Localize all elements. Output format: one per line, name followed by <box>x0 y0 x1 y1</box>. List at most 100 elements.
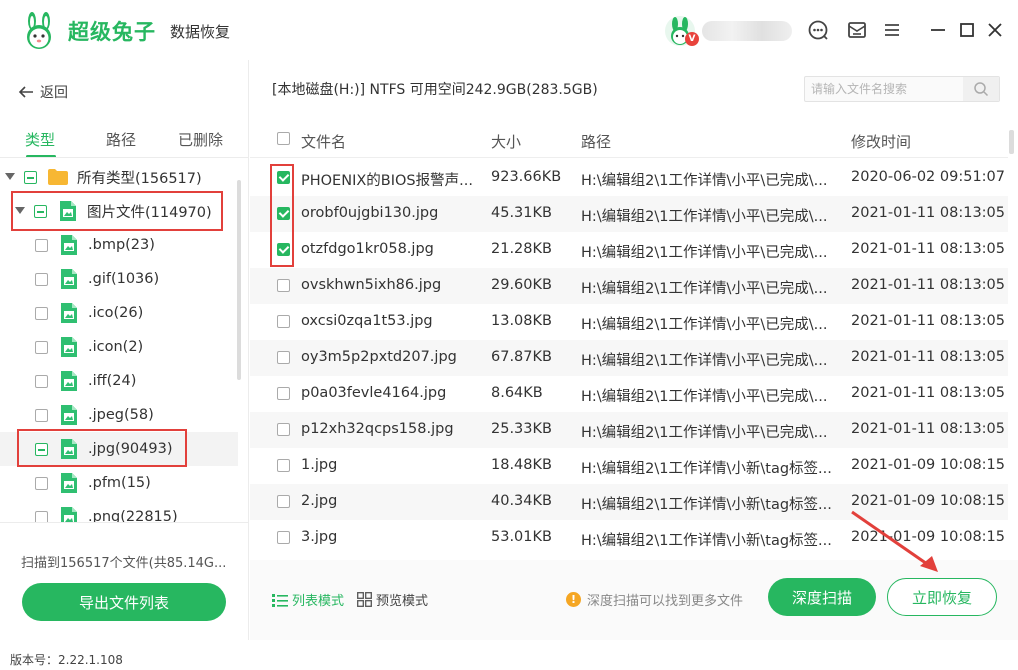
expand-caret-icon[interactable] <box>5 173 15 180</box>
highlight-box <box>17 429 187 467</box>
close-icon[interactable] <box>983 18 1007 42</box>
list-mode-label: 列表模式 <box>292 594 345 609</box>
row-checkbox[interactable] <box>277 279 290 292</box>
tree-item-pfm[interactable]: .pfm(15) <box>0 466 151 500</box>
cell-modified: 2021-01-11 08:13:05 <box>851 349 1005 365</box>
username-blurred <box>702 21 792 41</box>
preview-mode-button[interactable]: 预览模式 <box>357 590 428 609</box>
cell-path: H:\编辑组2\1工作详情\小平\已完成\... <box>581 209 828 225</box>
cell-modified: 2021-01-11 08:13:05 <box>851 313 1005 329</box>
image-file-icon <box>61 405 77 425</box>
cell-name: p0a03fevle4164.jpg <box>301 385 447 401</box>
tree-checkbox[interactable] <box>24 170 37 184</box>
column-header-size[interactable]: 大小 <box>491 131 521 152</box>
vip-badge: V <box>685 32 699 46</box>
tree-item-label: .ico(26) <box>88 305 144 321</box>
select-all-checkbox[interactable] <box>277 132 290 145</box>
tree-item-label: .pfm(15) <box>88 475 151 491</box>
cell-name: 2.jpg <box>301 493 338 509</box>
table-row[interactable]: otzfdgo1kr058.jpg 21.28KB H:\编辑组2\1工作详情\… <box>250 232 1008 268</box>
tree-checkbox[interactable] <box>35 340 48 354</box>
row-checkbox[interactable] <box>277 315 290 328</box>
tree-checkbox[interactable] <box>35 408 48 422</box>
tab-type[interactable]: 类型 <box>25 129 55 150</box>
table-row[interactable]: 1.jpg 18.48KB H:\编辑组2\1工作详情\小新\tag标签... … <box>250 448 1008 484</box>
tree-item-label: .png(22815) <box>88 509 178 522</box>
table-row[interactable]: ovskhwn5ixh86.jpg 29.60KB H:\编辑组2\1工作详情\… <box>250 268 1008 304</box>
preview-mode-label: 预览模式 <box>376 594 429 609</box>
row-checkbox[interactable] <box>277 459 290 472</box>
feedback-icon[interactable] <box>845 18 869 42</box>
tree-checkbox[interactable] <box>35 510 48 522</box>
table-row[interactable]: p12xh32qcps158.jpg 25.33KB H:\编辑组2\1工作详情… <box>250 412 1008 448</box>
search-button[interactable] <box>963 77 999 101</box>
list-view-icon <box>272 593 288 607</box>
cell-size: 25.33KB <box>491 421 552 437</box>
cell-modified: 2021-01-11 08:13:05 <box>851 385 1005 401</box>
back-label: 返回 <box>40 85 68 101</box>
search-input[interactable] <box>805 77 965 101</box>
tree-item-jpeg[interactable]: .jpeg(58) <box>0 398 154 432</box>
cell-path: H:\编辑组2\1工作详情\小平\已完成\... <box>581 389 828 405</box>
table-header: 文件名 大小 路径 修改时间 <box>250 122 1008 158</box>
warning-icon: ! <box>566 592 581 607</box>
table-row[interactable]: oy3m5p2pxtd207.jpg 67.87KB H:\编辑组2\1工作详情… <box>250 340 1008 376</box>
deep-scan-button[interactable]: 深度扫描 <box>768 578 876 616</box>
table-row[interactable]: orobf0ujgbi130.jpg 45.31KB H:\编辑组2\1工作详情… <box>250 196 1008 232</box>
cell-name: 1.jpg <box>301 457 338 473</box>
table-row[interactable]: PHOENIX的BIOS报警声... 923.66KB H:\编辑组2\1工作详… <box>250 160 1008 196</box>
tree-checkbox[interactable] <box>35 306 48 320</box>
tree-scrollbar[interactable] <box>237 180 241 380</box>
table-row[interactable]: p0a03fevle4164.jpg 8.64KB H:\编辑组2\1工作详情\… <box>250 376 1008 412</box>
tree-item-bmp[interactable]: .bmp(23) <box>0 228 155 262</box>
customer-service-icon[interactable] <box>806 18 830 42</box>
column-header-name[interactable]: 文件名 <box>301 131 346 152</box>
maximize-icon[interactable] <box>955 18 979 42</box>
row-checkbox[interactable] <box>277 387 290 400</box>
tab-path[interactable]: 路径 <box>106 129 136 150</box>
back-button[interactable]: 返回 <box>18 82 68 102</box>
cell-path: H:\编辑组2\1工作详情\小新\tag标签... <box>581 461 832 477</box>
highlight-box <box>11 191 223 231</box>
list-scrollbar[interactable] <box>1009 130 1014 154</box>
cell-modified: 2021-01-11 08:13:05 <box>851 205 1005 221</box>
tree-checkbox[interactable] <box>35 476 48 490</box>
cell-name: orobf0ujgbi130.jpg <box>301 205 439 221</box>
cell-size: 45.31KB <box>491 205 552 221</box>
tree-item-png[interactable]: .png(22815) <box>0 500 178 522</box>
export-file-list-button[interactable]: 导出文件列表 <box>22 583 226 621</box>
row-checkbox[interactable] <box>277 423 290 436</box>
column-header-modified[interactable]: 修改时间 <box>851 131 911 152</box>
tree-item-gif[interactable]: .gif(1036) <box>0 262 159 296</box>
tab-deleted[interactable]: 已删除 <box>178 129 223 150</box>
cell-size: 18.48KB <box>491 457 552 473</box>
tree-item-label: .bmp(23) <box>88 237 155 253</box>
tree-checkbox[interactable] <box>35 374 48 388</box>
version-label: 版本号： <box>10 653 59 667</box>
tree-item-all-types[interactable]: 所有类型(156517) <box>0 160 202 194</box>
recover-now-button[interactable]: 立即恢复 <box>887 578 997 616</box>
tree-item-iff[interactable]: .iff(24) <box>0 364 136 398</box>
minimize-icon[interactable] <box>926 18 950 42</box>
list-mode-button[interactable]: 列表模式 <box>272 590 344 609</box>
row-checkbox[interactable] <box>277 351 290 364</box>
image-file-icon <box>61 235 77 255</box>
tree-checkbox[interactable] <box>35 272 48 286</box>
tree-checkbox[interactable] <box>35 238 48 252</box>
column-header-path[interactable]: 路径 <box>581 131 611 152</box>
version-info: 版本号：2.22.1.108 <box>10 651 123 668</box>
cell-size: 40.34KB <box>491 493 552 509</box>
tree-item-icon[interactable]: .icon(2) <box>0 330 143 364</box>
cell-modified: 2021-01-11 08:13:05 <box>851 241 1005 257</box>
cell-modified: 2021-01-09 10:08:15 <box>851 493 1005 509</box>
row-checkbox[interactable] <box>277 495 290 508</box>
cell-path: H:\编辑组2\1工作详情\小平\已完成\... <box>581 245 828 261</box>
tree-item-ico[interactable]: .ico(26) <box>0 296 143 330</box>
cell-path: H:\编辑组2\1工作详情\小平\已完成\... <box>581 425 828 441</box>
cell-name: ovskhwn5ixh86.jpg <box>301 277 442 293</box>
table-row[interactable]: oxcsi0zqa1t53.jpg 13.08KB H:\编辑组2\1工作详情\… <box>250 304 1008 340</box>
sidebar-divider <box>0 522 249 523</box>
cell-modified: 2021-01-11 08:13:05 <box>851 421 1005 437</box>
row-checkbox[interactable] <box>277 531 290 544</box>
menu-icon[interactable] <box>880 18 904 42</box>
